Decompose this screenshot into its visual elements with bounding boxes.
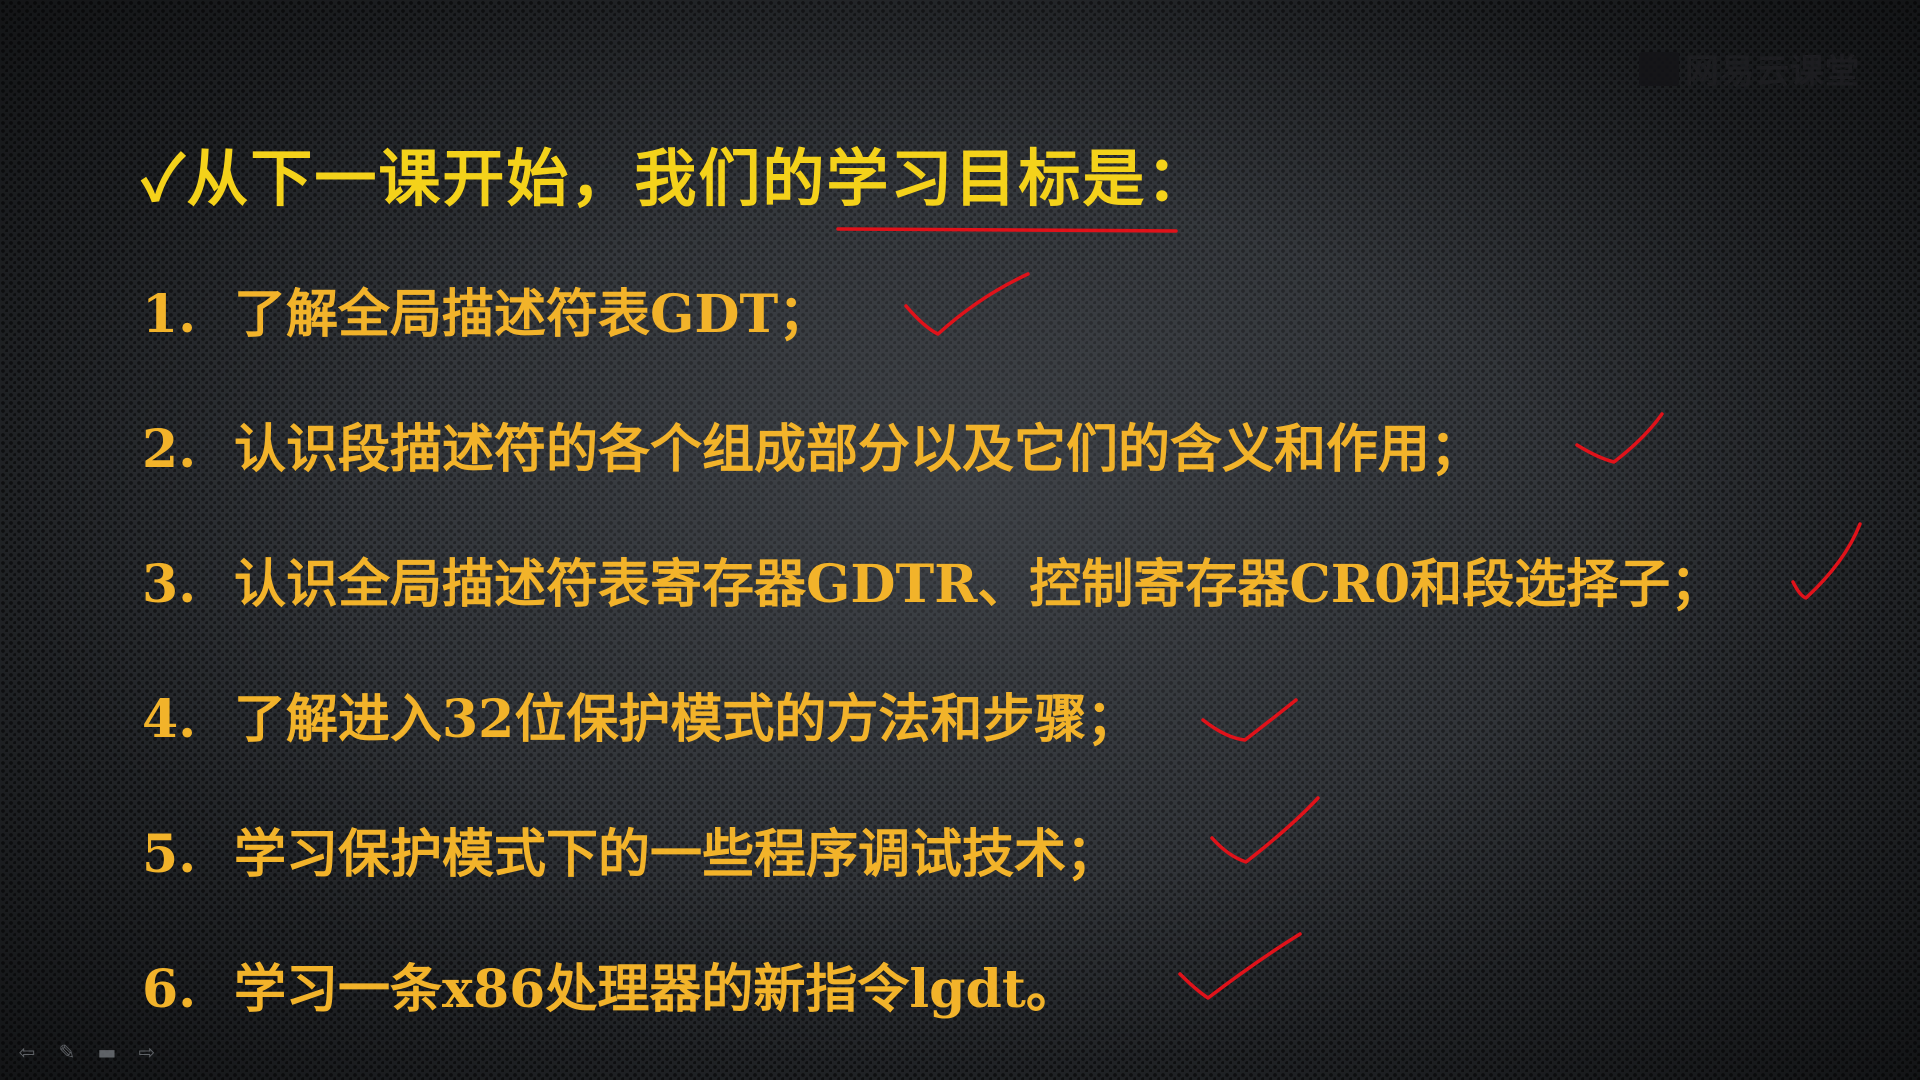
arrow-left-icon[interactable]: ⇦ xyxy=(14,1040,40,1064)
goal-number: 3. xyxy=(142,554,197,615)
goal-number: 5. xyxy=(142,824,197,885)
goal-text: 了解进入32位保护模式的方法和步骤； xyxy=(234,689,1139,750)
goal-number: 2. xyxy=(142,419,197,480)
pen-icon[interactable]: ✎ xyxy=(54,1040,80,1064)
goal-list: 1. 了解全局描述符表GDT； 2. 认识段描述符的各个组成部分以及它们的含义和… xyxy=(142,272,1722,1080)
slide-title: ✓从下一课开始，我们的学习目标是： xyxy=(142,142,1211,215)
goal-number: 1. xyxy=(142,284,197,345)
title-underline-annotation xyxy=(836,227,1178,233)
goal-number: 6. xyxy=(142,959,197,1020)
logo-mark-icon xyxy=(1639,51,1679,86)
goal-item-2: 2. 认识段描述符的各个组成部分以及它们的含义和作用； xyxy=(142,407,1722,542)
goal-text: 认识段描述符的各个组成部分以及它们的含义和作用； xyxy=(234,419,1483,480)
checkmark-annotation-3 xyxy=(1791,522,1862,600)
goal-item-5: 5. 学习保护模式下的一些程序调试技术； xyxy=(142,812,1722,947)
arrow-right-icon[interactable]: ⇨ xyxy=(134,1040,160,1064)
goal-text: 学习保护模式下的一些程序调试技术； xyxy=(234,824,1119,885)
goal-text: 认识全局描述符表寄存器GDTR、控制寄存器CR0和段选择子； xyxy=(234,554,1723,615)
goal-text: 了解全局描述符表GDT； xyxy=(234,284,831,345)
goal-item-4: 4. 了解进入32位保护模式的方法和步骤； xyxy=(142,677,1722,812)
goal-number: 4. xyxy=(142,689,197,750)
slide-menu-icon[interactable]: ▬ xyxy=(94,1040,120,1064)
goal-text: 学习一条x86处理器的新指令lgdt。 xyxy=(234,959,1078,1020)
goal-item-1: 1. 了解全局描述符表GDT； xyxy=(142,272,1722,407)
logo-text: 网易云课堂 xyxy=(1685,52,1860,92)
slideshow-controls: ⇦ ✎ ▬ ⇨ xyxy=(14,1040,160,1064)
goal-item-3: 3. 认识全局描述符表寄存器GDTR、控制寄存器CR0和段选择子； xyxy=(142,542,1722,677)
goal-item-6: 6. 学习一条x86处理器的新指令lgdt。 xyxy=(142,947,1722,1080)
netease-cloud-classroom-logo: 网易云课堂 xyxy=(1639,44,1860,93)
